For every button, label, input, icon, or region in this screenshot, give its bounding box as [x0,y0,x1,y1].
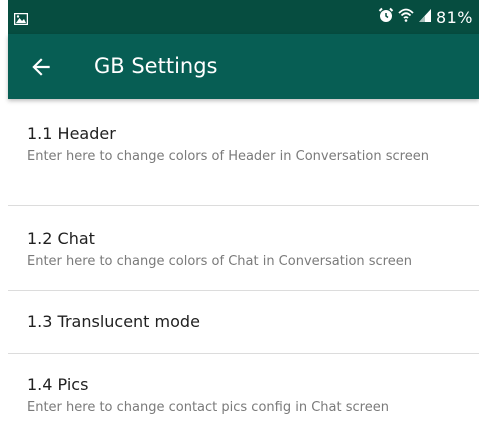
settings-list: 1.1 Header Enter here to change colors o… [8,99,479,432]
battery-percentage: 81% [435,7,473,27]
settings-item-chat[interactable]: 1.2 Chat Enter here to change colors of … [8,206,479,291]
settings-item-header[interactable]: 1.1 Header Enter here to change colors o… [8,99,479,206]
status-bar: 81% [8,0,479,34]
app-bar: GB Settings [8,34,479,99]
signal-icon [418,7,432,27]
wifi-icon [398,7,414,27]
item-subtitle: Enter here to change contact pics config… [27,400,389,415]
arrow-back-icon [32,58,50,76]
item-subtitle: Enter here to change colors of Chat in C… [27,254,412,269]
item-title: 1.3 Translucent mode [27,312,200,331]
screen: 81% GB Settings 1.1 Header Enter here to… [8,0,479,432]
settings-item-translucent-mode[interactable]: 1.3 Translucent mode [8,291,479,354]
image-icon [13,10,29,29]
settings-item-pics[interactable]: 1.4 Pics Enter here to change contact pi… [8,354,479,432]
page-title: GB Settings [94,54,218,78]
item-title: 1.4 Pics [27,375,89,394]
item-subtitle: Enter here to change colors of Header in… [27,149,429,164]
back-button[interactable] [28,54,54,80]
alarm-icon [378,7,394,27]
item-title: 1.1 Header [27,124,116,143]
item-title: 1.2 Chat [27,229,95,248]
